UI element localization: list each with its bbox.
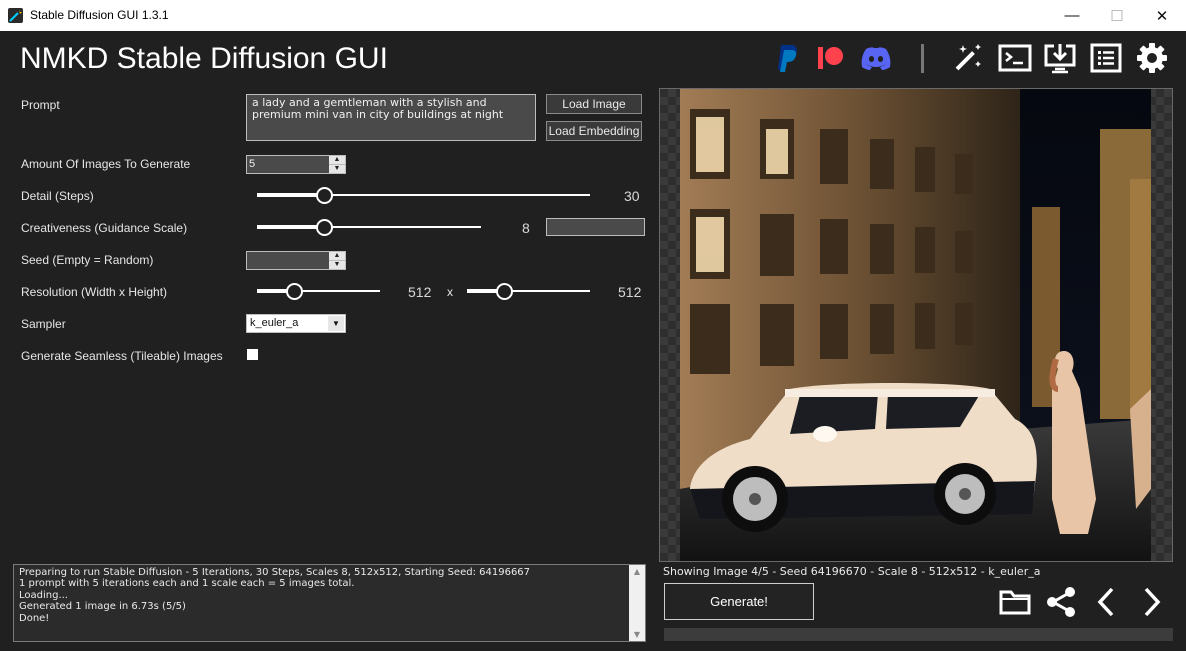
image-info: Showing Image 4/5 - Seed 64196670 - Scal… (663, 565, 1041, 578)
share-icon[interactable] (1042, 583, 1080, 620)
app-icon (8, 8, 23, 23)
sampler-select[interactable]: k_euler_a ▼ (246, 314, 346, 333)
scroll-down-icon[interactable]: ▼ (629, 629, 645, 640)
guidance-label: Creativeness (Guidance Scale) (21, 221, 188, 235)
download-icon[interactable] (1041, 40, 1079, 76)
width-slider[interactable] (257, 289, 380, 293)
height-slider-thumb[interactable] (495, 283, 513, 300)
load-embedding-button[interactable]: Load Embedding (546, 121, 642, 141)
log-line: 1 prompt with 5 iterations each and 1 sc… (19, 578, 355, 590)
steps-value: 30 (624, 188, 640, 204)
guidance-slider[interactable] (257, 225, 481, 229)
generated-image (680, 89, 1151, 561)
seamless-label: Generate Seamless (Tileable) Images (21, 349, 223, 363)
log-output: Preparing to run Stable Diffusion - 5 It… (13, 564, 646, 642)
steps-slider-thumb[interactable] (315, 187, 333, 204)
seed-label: Seed (Empty = Random) (21, 253, 154, 267)
prompt-input[interactable]: a lady and a gemtleman with a stylish an… (246, 94, 536, 141)
open-folder-icon[interactable] (996, 583, 1034, 620)
settings-icon[interactable] (1133, 40, 1171, 76)
close-button[interactable]: ✕ (1139, 0, 1185, 31)
amount-spinbox[interactable]: 5 ▲ ▼ (246, 155, 346, 174)
guidance-slider-thumb[interactable] (316, 219, 334, 236)
sampler-value: k_euler_a (250, 317, 299, 329)
amount-label: Amount Of Images To Generate (21, 157, 191, 171)
magic-wand-icon[interactable] (949, 40, 987, 76)
previous-image-icon[interactable] (1087, 583, 1125, 620)
prompt-label: Prompt (21, 98, 60, 112)
log-line: Done! (19, 612, 50, 624)
amount-value: 5 (249, 158, 256, 170)
app-title: NMKD Stable Diffusion GUI (20, 42, 388, 75)
spin-down-icon[interactable]: ▼ (329, 261, 345, 269)
minimize-button[interactable]: — (1049, 0, 1095, 31)
next-image-icon[interactable] (1133, 583, 1171, 620)
load-image-button[interactable]: Load Image (546, 94, 642, 114)
window-titlebar: Stable Diffusion GUI 1.3.1 — ☐ ✕ (0, 0, 1186, 31)
height-value: 512 (618, 284, 642, 300)
guidance-scale-input[interactable] (546, 218, 645, 236)
steps-label: Detail (Steps) (21, 189, 94, 203)
log-line: Loading... (19, 589, 68, 601)
list-icon[interactable] (1087, 40, 1125, 76)
seed-spinbox[interactable]: ▲ ▼ (246, 251, 346, 270)
spin-down-icon[interactable]: ▼ (329, 165, 345, 173)
width-value: 512 (408, 284, 432, 300)
log-line: Preparing to run Stable Diffusion - 5 It… (19, 567, 531, 578)
patreon-icon[interactable] (811, 40, 849, 76)
width-slider-thumb[interactable] (285, 283, 303, 300)
generate-button[interactable]: Generate! (664, 583, 814, 620)
image-preview[interactable] (659, 88, 1173, 562)
seed-stepper[interactable]: ▲ ▼ (329, 252, 345, 269)
guidance-value: 8 (522, 220, 530, 236)
log-scrollbar[interactable]: ▲ ▼ (629, 565, 645, 641)
resolution-label: Resolution (Width x Height) (21, 285, 168, 299)
sampler-label: Sampler (21, 317, 66, 331)
chevron-down-icon[interactable]: ▼ (328, 316, 344, 331)
progress-bar (664, 628, 1173, 641)
seamless-checkbox[interactable] (247, 349, 258, 360)
amount-stepper[interactable]: ▲ ▼ (329, 156, 345, 173)
discord-icon[interactable] (857, 40, 895, 76)
maximize-button[interactable]: ☐ (1094, 0, 1140, 31)
paypal-icon[interactable] (768, 40, 806, 76)
steps-slider[interactable] (257, 193, 590, 197)
window-title: Stable Diffusion GUI 1.3.1 (30, 8, 169, 22)
resolution-separator: x (447, 285, 453, 299)
terminal-icon[interactable] (996, 40, 1034, 76)
height-slider[interactable] (467, 289, 590, 293)
spin-up-icon[interactable]: ▲ (329, 156, 345, 165)
spin-up-icon[interactable]: ▲ (329, 252, 345, 261)
header-separator (921, 44, 924, 73)
log-line: Generated 1 image in 6.73s (5/5) (19, 601, 186, 613)
scroll-up-icon[interactable]: ▲ (629, 566, 645, 577)
